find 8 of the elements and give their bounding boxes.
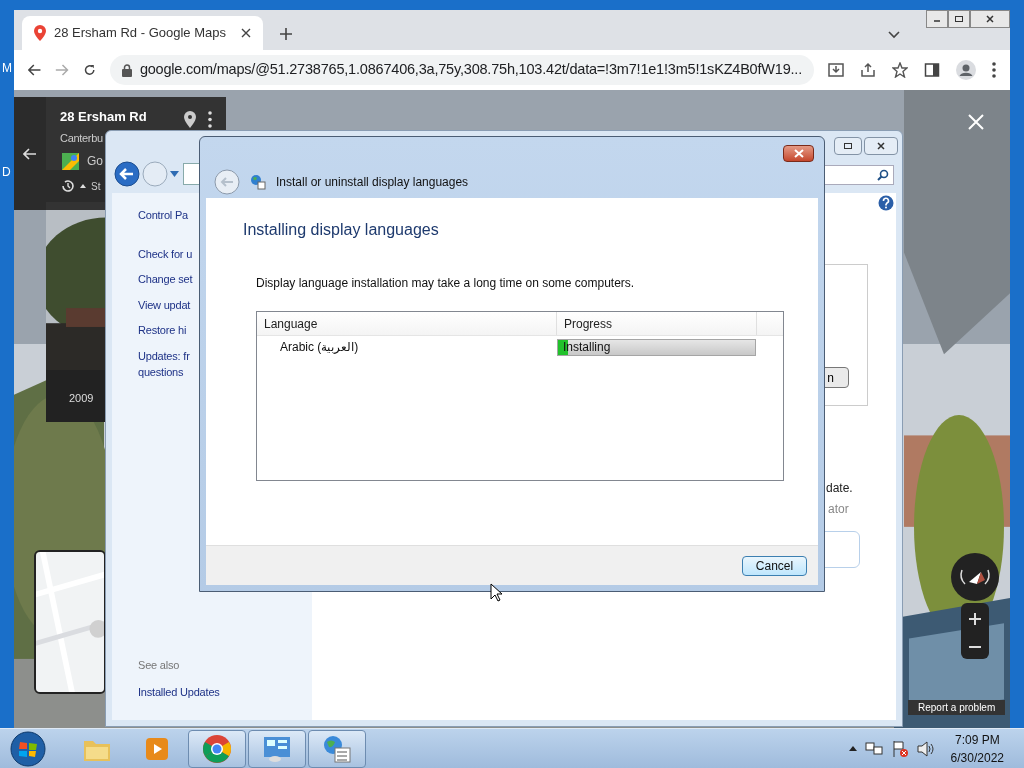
address-bar[interactable]: google.com/maps/@51.2738765,1.0867406,3a,75y,308.75h,103.42t/data=!3m7!1e1!3m5!1sKZ4B0fW19...: [109, 55, 814, 85]
browser-tab[interactable]: 28 Ersham Rd - Google Maps: [22, 16, 263, 50]
tab-title: 28 Ersham Rd - Google Maps: [54, 24, 227, 43]
url-text: google.com/maps/@51.2738765,1.0867406,3a,75y,308.75h,103.42t/data=!3m7!1e1!3m5!1sKZ4B0fW19...: [139, 60, 802, 80]
desktop-icon-label: D: [2, 164, 11, 181]
clock-date[interactable]: 6/30/2022: [950, 748, 1004, 767]
clock-time[interactable]: 7:09 PM: [954, 730, 1000, 749]
desktop-icon-label: M: [2, 60, 12, 77]
